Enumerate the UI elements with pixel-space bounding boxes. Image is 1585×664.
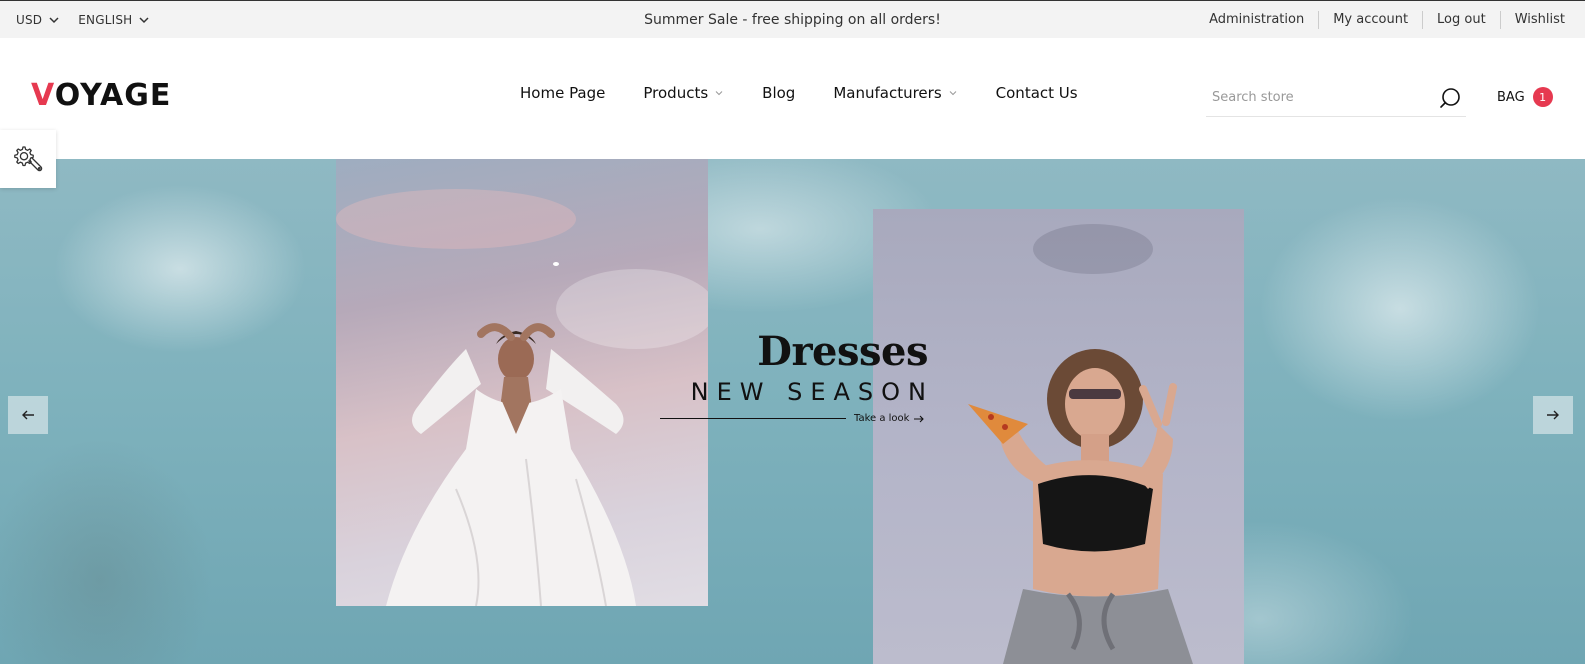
chevron-down-icon (139, 17, 149, 24)
site-header: VOYAGE Home Page Products Blog Manufactu… (0, 38, 1585, 159)
slider-prev-button[interactable] (8, 396, 48, 434)
nav-label: Contact Us (995, 84, 1078, 102)
my-account-link[interactable]: My account (1318, 11, 1422, 29)
wrench-gear-icon (14, 146, 43, 172)
nav-item-contact[interactable]: Contact Us (996, 84, 1078, 102)
main-nav: Home Page Products Blog Manufacturers Co… (520, 84, 1078, 102)
nav-item-products[interactable]: Products (643, 84, 724, 102)
nav-label: Products (643, 84, 709, 102)
slider-next-button[interactable] (1533, 396, 1573, 434)
search-input[interactable] (1206, 89, 1426, 105)
arrow-right-icon (1547, 410, 1559, 420)
hero-subtitle: NEW SEASON (690, 378, 934, 406)
woman-white-dress-illustration (336, 189, 708, 606)
arrow-right-icon (914, 415, 925, 422)
currency-label: USD (16, 13, 43, 27)
shopping-bag[interactable]: BAG 1 (1497, 87, 1553, 107)
arrow-left-icon (22, 410, 34, 420)
nav-item-blog[interactable]: Blog (762, 84, 795, 102)
hero-caption: Dresses NEW SEASON Take a look (660, 327, 929, 424)
woman-with-pizza-illustration (968, 224, 1193, 664)
cta-line (660, 418, 846, 419)
nav-label: Manufacturers (833, 84, 942, 102)
logo-accent-letter: V (31, 78, 55, 113)
top-bar-selectors: USD ENGLISH (16, 1, 150, 39)
hero-slider: Dresses NEW SEASON Take a look (0, 159, 1585, 664)
language-label: ENGLISH (78, 13, 133, 27)
hero-photo-crop-top (873, 209, 1244, 664)
chevron-down-icon (49, 17, 59, 24)
chevron-down-icon (715, 91, 723, 96)
cta-label: Take a look (854, 413, 910, 424)
nav-item-home[interactable]: Home Page (520, 84, 605, 102)
chevron-down-icon (949, 91, 957, 96)
logo-text: OYAGE (54, 78, 172, 113)
bag-label: BAG (1497, 89, 1525, 105)
hero-title: Dresses (757, 328, 928, 375)
search-icon[interactable] (1438, 86, 1462, 110)
log-out-link[interactable]: Log out (1422, 11, 1500, 29)
take-a-look-link[interactable]: Take a look (660, 413, 928, 424)
language-selector[interactable]: ENGLISH (78, 13, 150, 27)
settings-widget[interactable] (0, 130, 56, 188)
nav-label: Blog (762, 84, 796, 102)
bag-count-badge: 1 (1532, 87, 1553, 107)
nav-label: Home Page (520, 84, 606, 102)
nav-item-manufacturers[interactable]: Manufacturers (833, 84, 957, 102)
top-bar: USD ENGLISH Summer Sale - free shipping … (0, 0, 1585, 38)
wishlist-link[interactable]: Wishlist (1499, 11, 1565, 29)
account-links: Administration My account Log out Wishli… (1195, 1, 1565, 39)
search-box (1206, 78, 1466, 117)
site-logo[interactable]: VOYAGE (31, 78, 171, 113)
administration-link[interactable]: Administration (1195, 11, 1318, 29)
hero-photo-white-dress (336, 159, 708, 606)
currency-selector[interactable]: USD (16, 13, 60, 27)
